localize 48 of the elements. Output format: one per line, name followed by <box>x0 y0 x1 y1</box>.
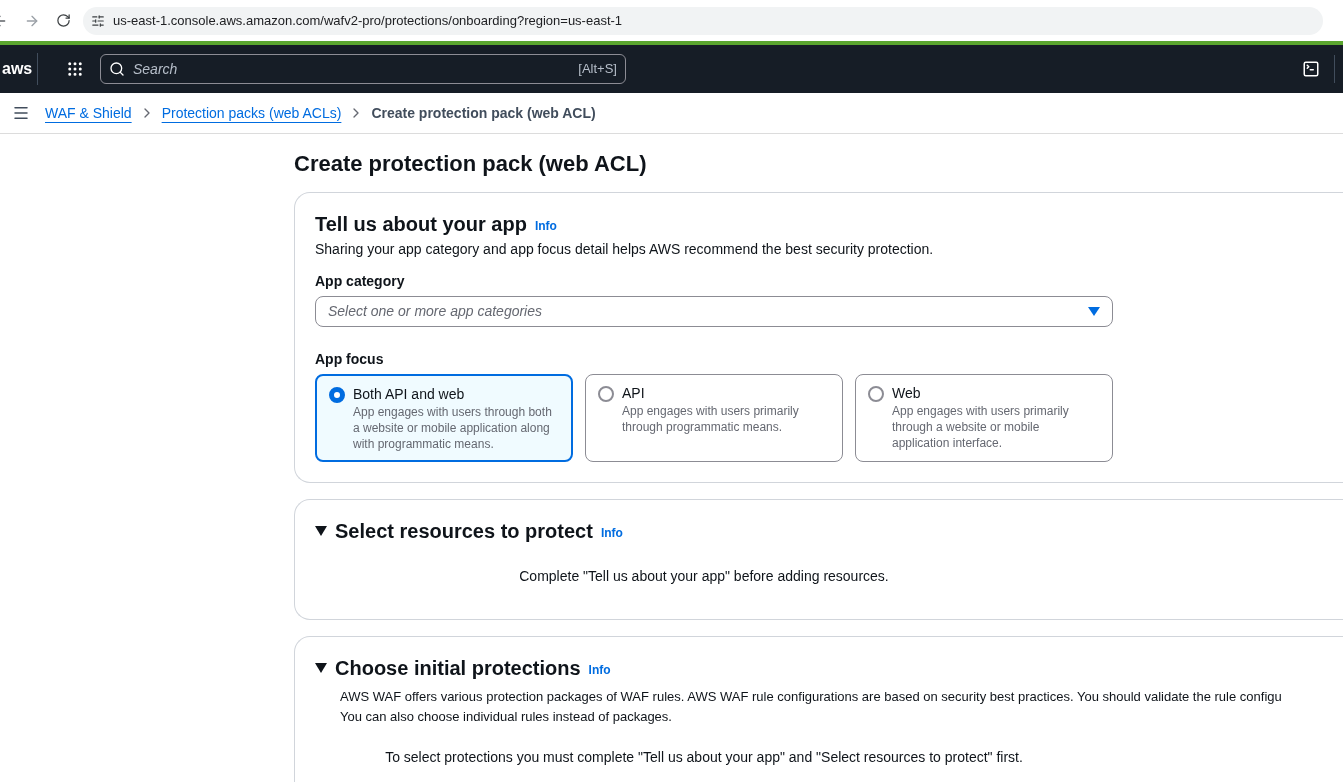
search-field[interactable]: Search [Alt+S] <box>100 54 626 84</box>
terminal-icon[interactable] <box>1302 60 1320 78</box>
menu-icon[interactable] <box>12 104 30 122</box>
caret-icon <box>315 663 327 673</box>
info-link[interactable]: Info <box>600 524 623 542</box>
option-title: Web <box>892 385 922 401</box>
section-title: Tell us about your app <box>315 212 527 237</box>
empty-message: Complete "Tell us about your app" before adding resources. <box>519 567 889 586</box>
option-description: App engages with users through both a website or mobile application along with programmatic means. <box>353 404 553 452</box>
expand-toggle[interactable] <box>315 663 327 673</box>
option-description: App engages with users primarily through programmatic means. <box>622 403 800 435</box>
radio-button[interactable] <box>868 386 884 402</box>
info-link[interactable]: Info <box>534 217 557 235</box>
info-link[interactable]: Info <box>588 661 611 679</box>
radio-card[interactable]: API App engages with users primarily through programmatic means. <box>585 374 843 462</box>
empty-message: To select protections you must complete "Tell us about your app" and "Select resources to protect" first. <box>385 748 1023 767</box>
url-text: us-east-1.console.aws.amazon.com/wafv2-pro/protections/onboarding?region=us-east-1 <box>113 11 623 30</box>
keyboard-shortcut: [Alt+S] <box>578 60 617 79</box>
radio-card[interactable]: Both API and web App engages with users through both a website or mobile application along with programmatic means. <box>315 374 573 462</box>
option-title: Both API and web <box>353 386 466 402</box>
field-label: App focus <box>315 350 385 369</box>
section-title: Choose initial protections <box>335 656 581 681</box>
option-description: App engages with users primarily through a website or mobile application interface. <box>892 403 1070 451</box>
caret-icon <box>315 526 327 536</box>
expand-toggle[interactable] <box>315 526 327 536</box>
breadcrumb-current: Create protection pack (web ACL) <box>371 103 596 123</box>
breadcrumb-link[interactable]: Protection packs (web ACLs) <box>161 102 342 124</box>
page-title: Create protection pack (web ACL) <box>294 150 648 178</box>
field-label: App category <box>315 272 406 291</box>
option-title: API <box>622 385 646 401</box>
select-placeholder: Select one or more app categories <box>328 302 543 321</box>
search-placeholder: Search <box>133 59 179 79</box>
radio-button[interactable] <box>598 386 614 402</box>
radio-card[interactable]: Web App engages with users primarily through a website or mobile application interface. <box>855 374 1113 462</box>
reload-icon[interactable] <box>56 13 71 28</box>
section-description: You can also choose individual rules instead of packages. <box>340 708 672 726</box>
breadcrumb-link[interactable]: WAF & Shield <box>45 102 132 124</box>
search-icon <box>109 61 125 77</box>
section-description: AWS WAF offers various protection packages of WAF rules. AWS WAF rule configurations are based on security best practices. You should validate the rule configu <box>340 688 1282 706</box>
address-bar[interactable]: us-east-1.console.aws.amazon.com/wafv2-pro/protections/onboarding?region=us-east-1 <box>83 6 1323 35</box>
radio-button[interactable] <box>329 387 345 403</box>
dropdown-caret-icon <box>1088 307 1100 316</box>
section-title: Select resources to protect <box>335 519 593 544</box>
services-menu-icon[interactable] <box>66 60 84 78</box>
site-settings-icon[interactable] <box>91 13 105 28</box>
section-description: Sharing your app category and app focus detail helps AWS recommend the best security protection. <box>315 240 935 259</box>
logo[interactable]: aws <box>0 53 38 85</box>
select-field[interactable]: Select one or more app categories <box>315 296 1113 327</box>
